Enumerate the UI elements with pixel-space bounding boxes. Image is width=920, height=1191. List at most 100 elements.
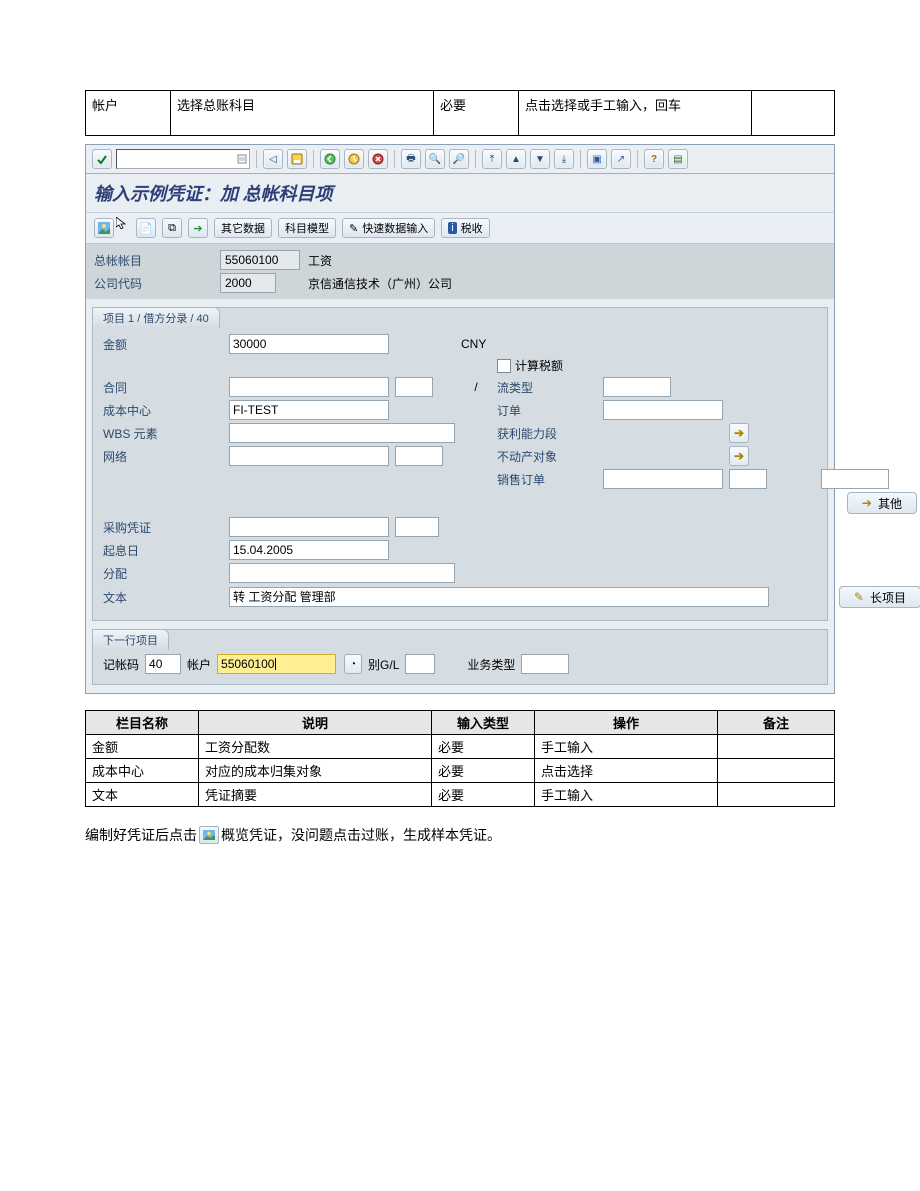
cost-center-input[interactable]: FI-TEST	[229, 400, 389, 420]
arrow-right-icon: ➔	[862, 496, 872, 510]
gl-account-desc: 工资	[306, 252, 536, 269]
copy-icon[interactable]: ⧉	[162, 218, 182, 238]
separator-icon	[475, 150, 476, 168]
value-date-label: 起息日	[103, 542, 223, 559]
calc-tax-checkbox[interactable]	[497, 359, 511, 373]
system-toolbar: ◁ 🖶 🔍 🔎 ⤒ ▲ ▼ ⤓ ▣ ↗	[86, 145, 834, 174]
separator-icon	[256, 150, 257, 168]
po-input2[interactable]	[395, 517, 439, 537]
print-icon[interactable]: 🖶	[401, 149, 421, 169]
sales-order-label: 销售订单	[497, 471, 597, 488]
save-icon[interactable]	[287, 149, 307, 169]
table-row: 文本 凭证摘要 必要 手工输入	[86, 783, 835, 807]
gl-account-label: 总帐帐目	[94, 252, 214, 269]
contract-input2[interactable]	[395, 377, 433, 397]
posting-key-input[interactable]: 40	[145, 654, 181, 674]
cursor-icon	[116, 217, 126, 232]
po-input[interactable]	[229, 517, 389, 537]
find-icon[interactable]: 🔍	[425, 149, 445, 169]
session-icon[interactable]: ▣	[587, 149, 607, 169]
tax-button[interactable]: i 税收	[441, 218, 489, 238]
separator-icon	[637, 150, 638, 168]
other-button[interactable]: ➔ 其他	[847, 492, 917, 514]
network-label: 网络	[103, 448, 223, 465]
company-code-label: 公司代码	[94, 275, 214, 292]
back-icon[interactable]	[320, 149, 340, 169]
th-note: 备注	[718, 711, 835, 735]
pencil-icon: ✎	[854, 590, 864, 604]
prof-seg-arrow-icon[interactable]: ➔	[729, 423, 749, 443]
help-icon[interactable]: ?	[644, 149, 664, 169]
nav-prev-icon[interactable]: ◁	[263, 149, 283, 169]
wbs-input[interactable]	[229, 423, 455, 443]
th-op: 操作	[535, 711, 718, 735]
header-area: 总帐帐目 55060100 工资 公司代码 2000 京信通信技术（广州）公司	[86, 244, 834, 299]
cell-name: 帐户	[86, 91, 171, 136]
first-page-icon[interactable]: ⤒	[482, 149, 502, 169]
long-item-button[interactable]: ✎ 长项目	[839, 586, 920, 608]
item-tab[interactable]: 项目 1 / 借方分录 / 40	[92, 307, 220, 328]
sales-order-input2[interactable]	[729, 469, 767, 489]
sap-title: 输入示例凭证：加 总帐科目项	[86, 174, 834, 213]
cell-op: 点击选择或手工输入，回车	[519, 91, 752, 136]
other-data-button[interactable]: 其它数据	[214, 218, 272, 238]
amount-input[interactable]: 30000	[229, 334, 389, 354]
last-page-icon[interactable]: ⤓	[554, 149, 574, 169]
find-next-icon[interactable]: 🔎	[449, 149, 469, 169]
cell-note	[752, 91, 835, 136]
contract-input[interactable]	[229, 377, 389, 397]
th-name: 栏目名称	[86, 711, 199, 735]
execute-icon[interactable]: ➔	[188, 218, 208, 238]
separator-icon	[580, 150, 581, 168]
trans-type-input[interactable]	[521, 654, 569, 674]
enter-icon[interactable]	[92, 149, 112, 169]
store-icon[interactable]: 📄	[136, 218, 156, 238]
sap-screenshot: ◁ 🖶 🔍 🔎 ⤒ ▲ ▼ ⤓ ▣ ↗	[85, 144, 835, 694]
prof-seg-label: 获利能力段	[497, 425, 597, 442]
table-row: 成本中心 对应的成本归集对象 必要 点击选择	[86, 759, 835, 783]
amount-label: 金额	[103, 336, 223, 353]
cancel-icon[interactable]	[368, 149, 388, 169]
text-input[interactable]: 转 工资分配 管理部	[229, 587, 769, 607]
separator-icon	[313, 150, 314, 168]
order-label: 订单	[497, 402, 597, 419]
calc-tax-label: 计算税额	[515, 357, 563, 374]
real-estate-arrow-icon[interactable]: ➔	[729, 446, 749, 466]
order-input[interactable]	[603, 400, 723, 420]
real-estate-label: 不动产对象	[497, 448, 597, 465]
shortcut-icon[interactable]: ↗	[611, 149, 631, 169]
sales-order-input3[interactable]	[821, 469, 889, 489]
sgl-input[interactable]	[405, 654, 435, 674]
sgl-label: 别G/L	[368, 656, 399, 673]
exit-icon[interactable]	[344, 149, 364, 169]
sales-order-input[interactable]	[603, 469, 723, 489]
flow-type-input[interactable]	[603, 377, 671, 397]
assignment-label: 分配	[103, 565, 223, 582]
info-icon: i	[448, 222, 456, 234]
f4-help-icon[interactable]: ◔	[344, 654, 362, 674]
fast-entry-button[interactable]: ✎ 快速数据输入	[342, 218, 435, 238]
company-code-desc: 京信通信技术（广州）公司	[306, 275, 536, 292]
text-label: 文本	[103, 589, 223, 606]
account-input[interactable]: 55060100	[217, 654, 336, 674]
cell-type: 必要	[434, 91, 519, 136]
command-field[interactable]	[116, 149, 250, 169]
network-input2[interactable]	[395, 446, 443, 466]
local-layout-icon[interactable]: ▤	[668, 149, 688, 169]
trans-type-label: 业务类型	[467, 656, 515, 673]
nextline-tab[interactable]: 下一行项目	[92, 629, 169, 650]
page-down-icon[interactable]: ▼	[530, 149, 550, 169]
overview-icon[interactable]	[94, 218, 114, 238]
company-code-value: 2000	[220, 273, 276, 293]
account-label: 帐户	[187, 656, 211, 673]
wbs-label: WBS 元素	[103, 425, 223, 442]
footnote-a: 编制好凭证后点击	[85, 825, 197, 845]
account-model-button[interactable]: 科目模型	[278, 218, 336, 238]
footnote: 编制好凭证后点击 概览凭证，没问题点击过账，生成样本凭证。	[85, 825, 835, 845]
value-date-input[interactable]: 15.04.2005	[229, 540, 389, 560]
assignment-input[interactable]	[229, 563, 455, 583]
page-up-icon[interactable]: ▲	[506, 149, 526, 169]
edit-icon: ✎	[349, 222, 358, 235]
cost-center-label: 成本中心	[103, 402, 223, 419]
network-input[interactable]	[229, 446, 389, 466]
